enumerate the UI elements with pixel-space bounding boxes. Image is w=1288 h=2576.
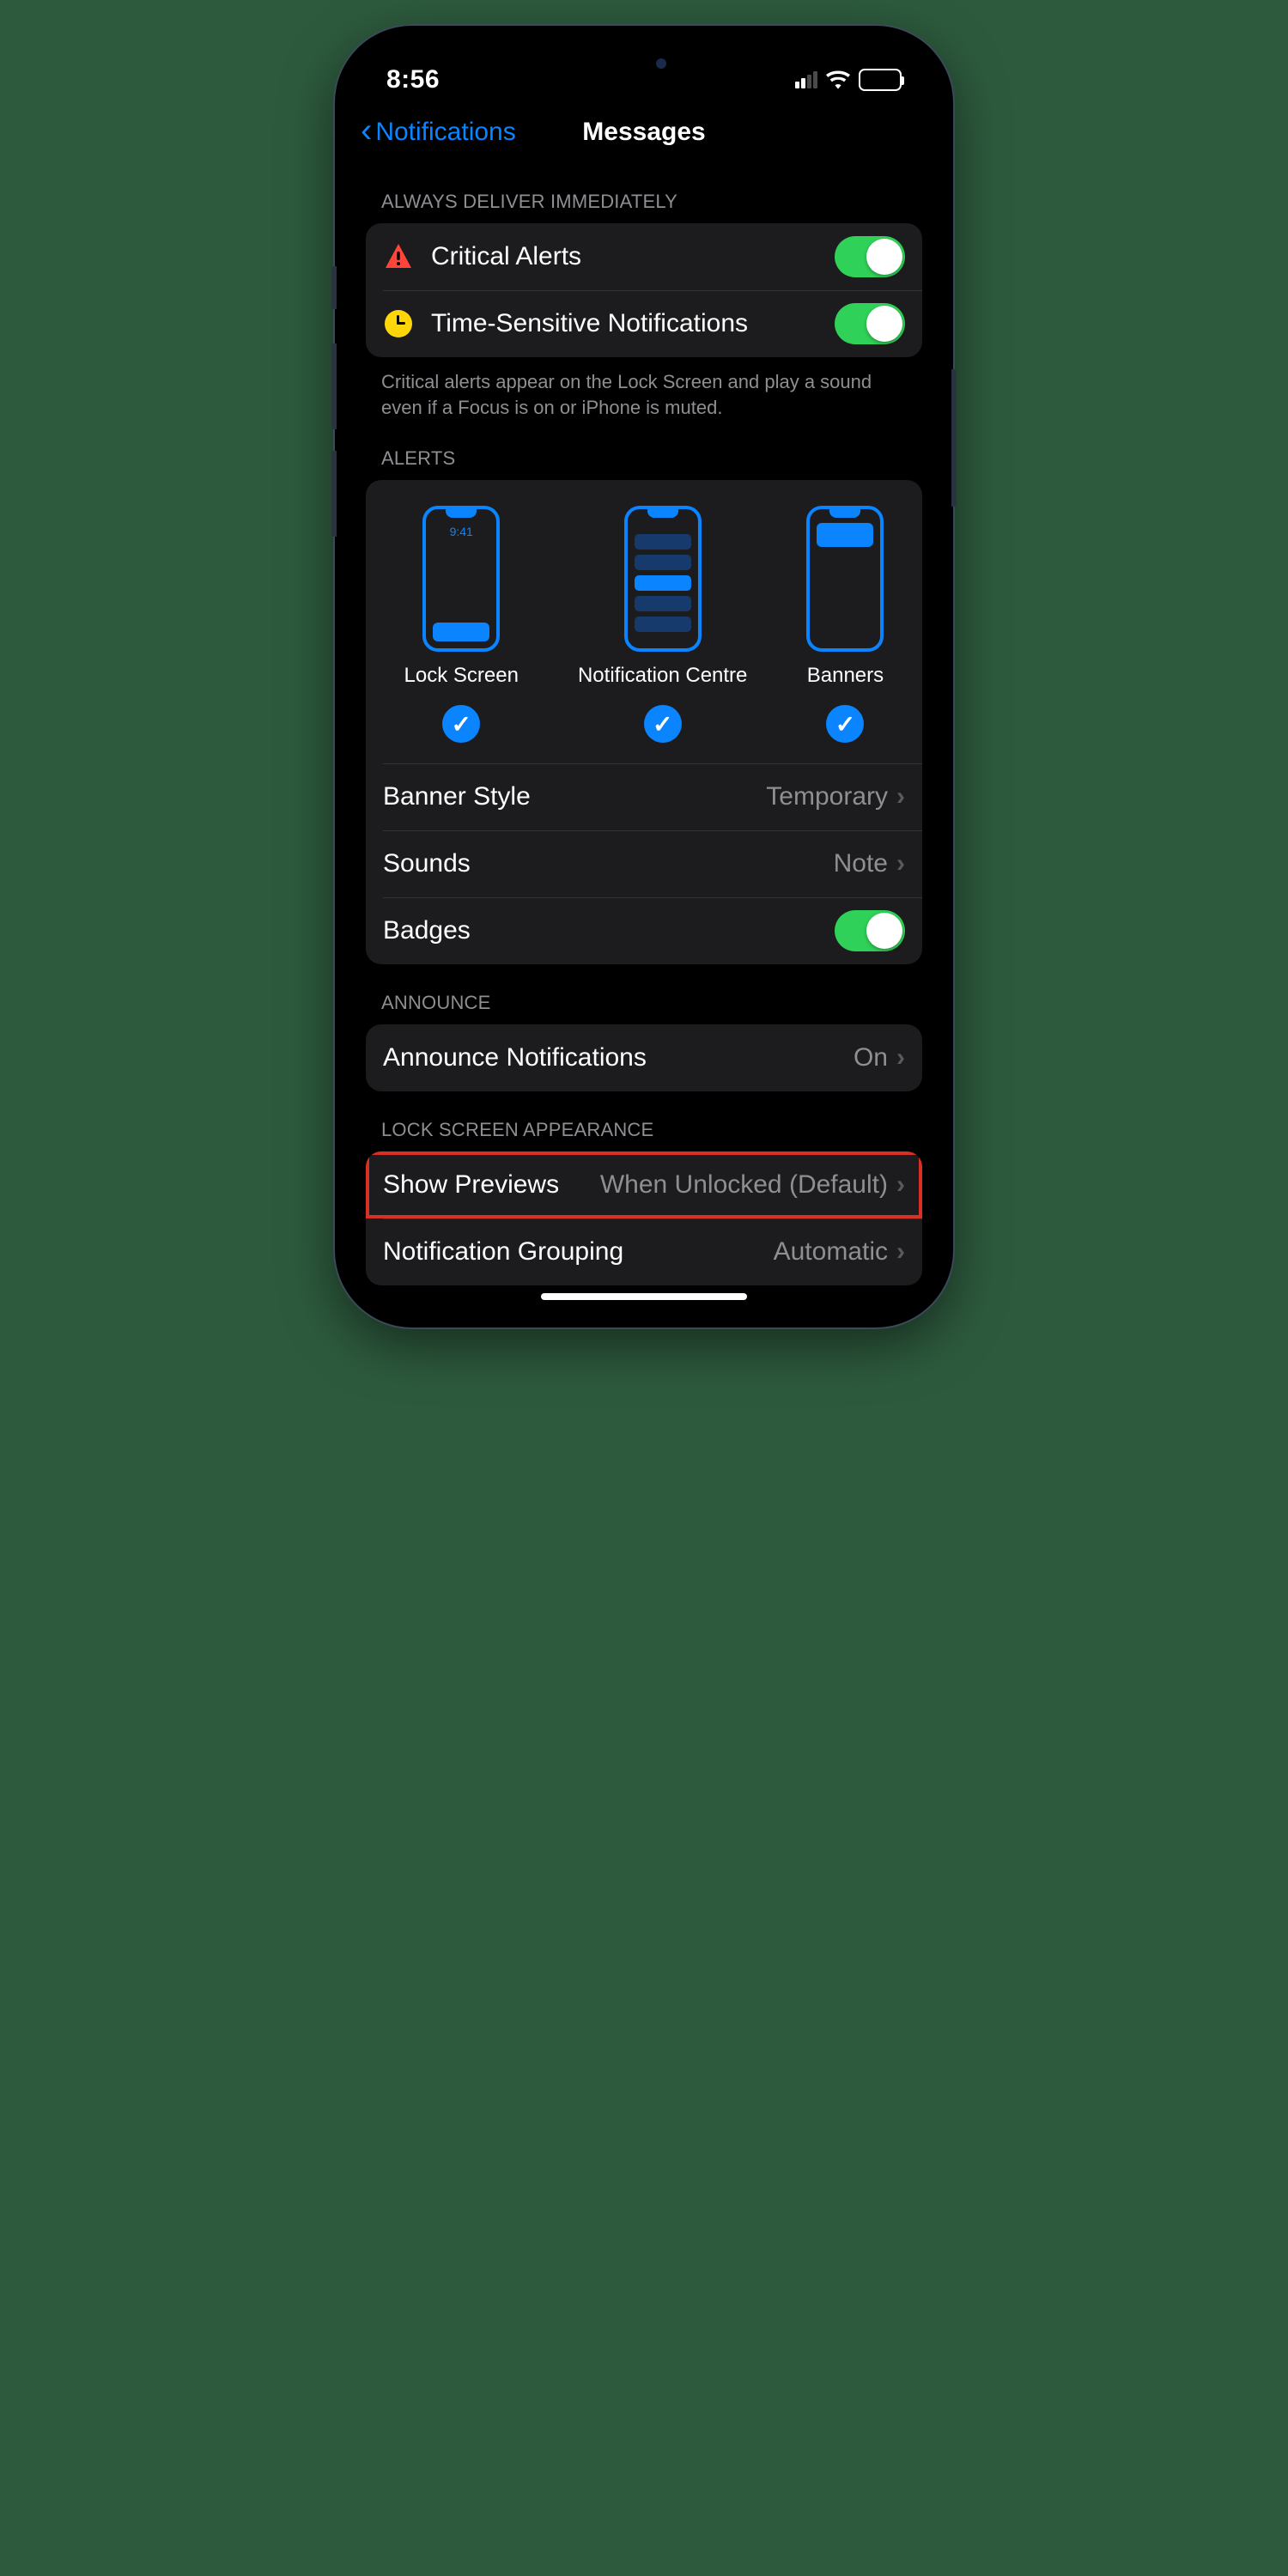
show-previews-value: When Unlocked (Default): [600, 1170, 888, 1200]
announce-card: Announce Notifications On ›: [366, 1024, 922, 1091]
lock-screen-label: Lock Screen: [404, 664, 519, 688]
notch: [558, 41, 730, 86]
lock-screen-preview[interactable]: 9:41 Lock Screen ✓: [404, 506, 519, 743]
banner-style-value: Temporary: [766, 782, 888, 811]
navigation-bar: ‹ Notifications Messages: [350, 101, 938, 163]
section-header-deliver: Always Deliver Immediately: [366, 163, 922, 223]
show-previews-row[interactable]: Show Previews When Unlocked (Default) ›: [366, 1151, 922, 1218]
status-time: 8:56: [386, 65, 440, 94]
sounds-value: Note: [834, 849, 888, 878]
grouping-value: Automatic: [774, 1237, 888, 1267]
chevron-right-icon: ›: [896, 1170, 905, 1200]
battery-icon: 63: [859, 69, 902, 91]
critical-alerts-toggle[interactable]: [835, 236, 905, 277]
chevron-right-icon: ›: [896, 782, 905, 811]
critical-alerts-label: Critical Alerts: [431, 242, 835, 271]
phone-frame: 8:56 63 ‹ Notifications Messages: [335, 26, 953, 1327]
sounds-label: Sounds: [383, 849, 834, 878]
grouping-label: Notification Grouping: [383, 1237, 774, 1267]
announce-label: Announce Notifications: [383, 1043, 854, 1072]
wifi-icon: [826, 70, 850, 89]
lock-screen-check-icon[interactable]: ✓: [442, 705, 480, 743]
clock-icon: [385, 310, 412, 337]
badges-row[interactable]: Badges: [366, 897, 922, 964]
time-sensitive-row[interactable]: Time-Sensitive Notifications: [366, 290, 922, 357]
banner-style-row[interactable]: Banner Style Temporary ›: [366, 763, 922, 830]
section-header-announce: Announce: [366, 964, 922, 1024]
notification-centre-phone-icon: [624, 506, 702, 652]
notification-centre-label: Notification Centre: [578, 664, 747, 688]
banners-check-icon[interactable]: ✓: [826, 705, 864, 743]
volume-down-button: [331, 451, 337, 537]
cellular-signal-icon: [795, 71, 817, 88]
badges-label: Badges: [383, 916, 835, 945]
banners-label: Banners: [807, 664, 884, 688]
banners-preview[interactable]: Banners ✓: [806, 506, 884, 743]
mute-switch: [331, 266, 337, 309]
chevron-right-icon: ›: [896, 849, 905, 878]
back-button[interactable]: ‹ Notifications: [361, 118, 516, 147]
lockscreen-card: Show Previews When Unlocked (Default) › …: [366, 1151, 922, 1285]
front-camera: [656, 58, 666, 69]
time-sensitive-label: Time-Sensitive Notifications: [431, 309, 835, 338]
announce-notifications-row[interactable]: Announce Notifications On ›: [366, 1024, 922, 1091]
notification-grouping-row[interactable]: Notification Grouping Automatic ›: [366, 1218, 922, 1285]
chevron-right-icon: ›: [896, 1237, 905, 1267]
notification-centre-check-icon[interactable]: ✓: [644, 705, 682, 743]
volume-up-button: [331, 343, 337, 429]
sounds-row[interactable]: Sounds Note ›: [366, 830, 922, 897]
notification-centre-preview[interactable]: Notification Centre ✓: [578, 506, 747, 743]
power-button: [951, 369, 957, 507]
show-previews-label: Show Previews: [383, 1170, 600, 1200]
back-label: Notifications: [375, 118, 515, 147]
lock-screen-phone-icon: 9:41: [422, 506, 500, 652]
alert-style-previews: 9:41 Lock Screen ✓ Notific: [366, 480, 922, 763]
section-header-alerts: Alerts: [366, 420, 922, 480]
screen: 8:56 63 ‹ Notifications Messages: [350, 41, 938, 1312]
time-sensitive-toggle[interactable]: [835, 303, 905, 344]
chevron-right-icon: ›: [896, 1043, 905, 1072]
alerts-card: 9:41 Lock Screen ✓ Notific: [366, 480, 922, 964]
deliver-card: Critical Alerts Time-Sensitive Notificat…: [366, 223, 922, 357]
section-header-lockscreen: Lock Screen Appearance: [366, 1091, 922, 1151]
page-title: Messages: [582, 118, 705, 147]
banners-phone-icon: [806, 506, 884, 652]
badges-toggle[interactable]: [835, 910, 905, 951]
warning-triangle-icon: [383, 241, 414, 272]
critical-alerts-row[interactable]: Critical Alerts: [366, 223, 922, 290]
announce-value: On: [854, 1043, 888, 1072]
home-indicator[interactable]: [541, 1293, 747, 1300]
deliver-footer: Critical alerts appear on the Lock Scree…: [366, 357, 922, 420]
banner-style-label: Banner Style: [383, 782, 766, 811]
